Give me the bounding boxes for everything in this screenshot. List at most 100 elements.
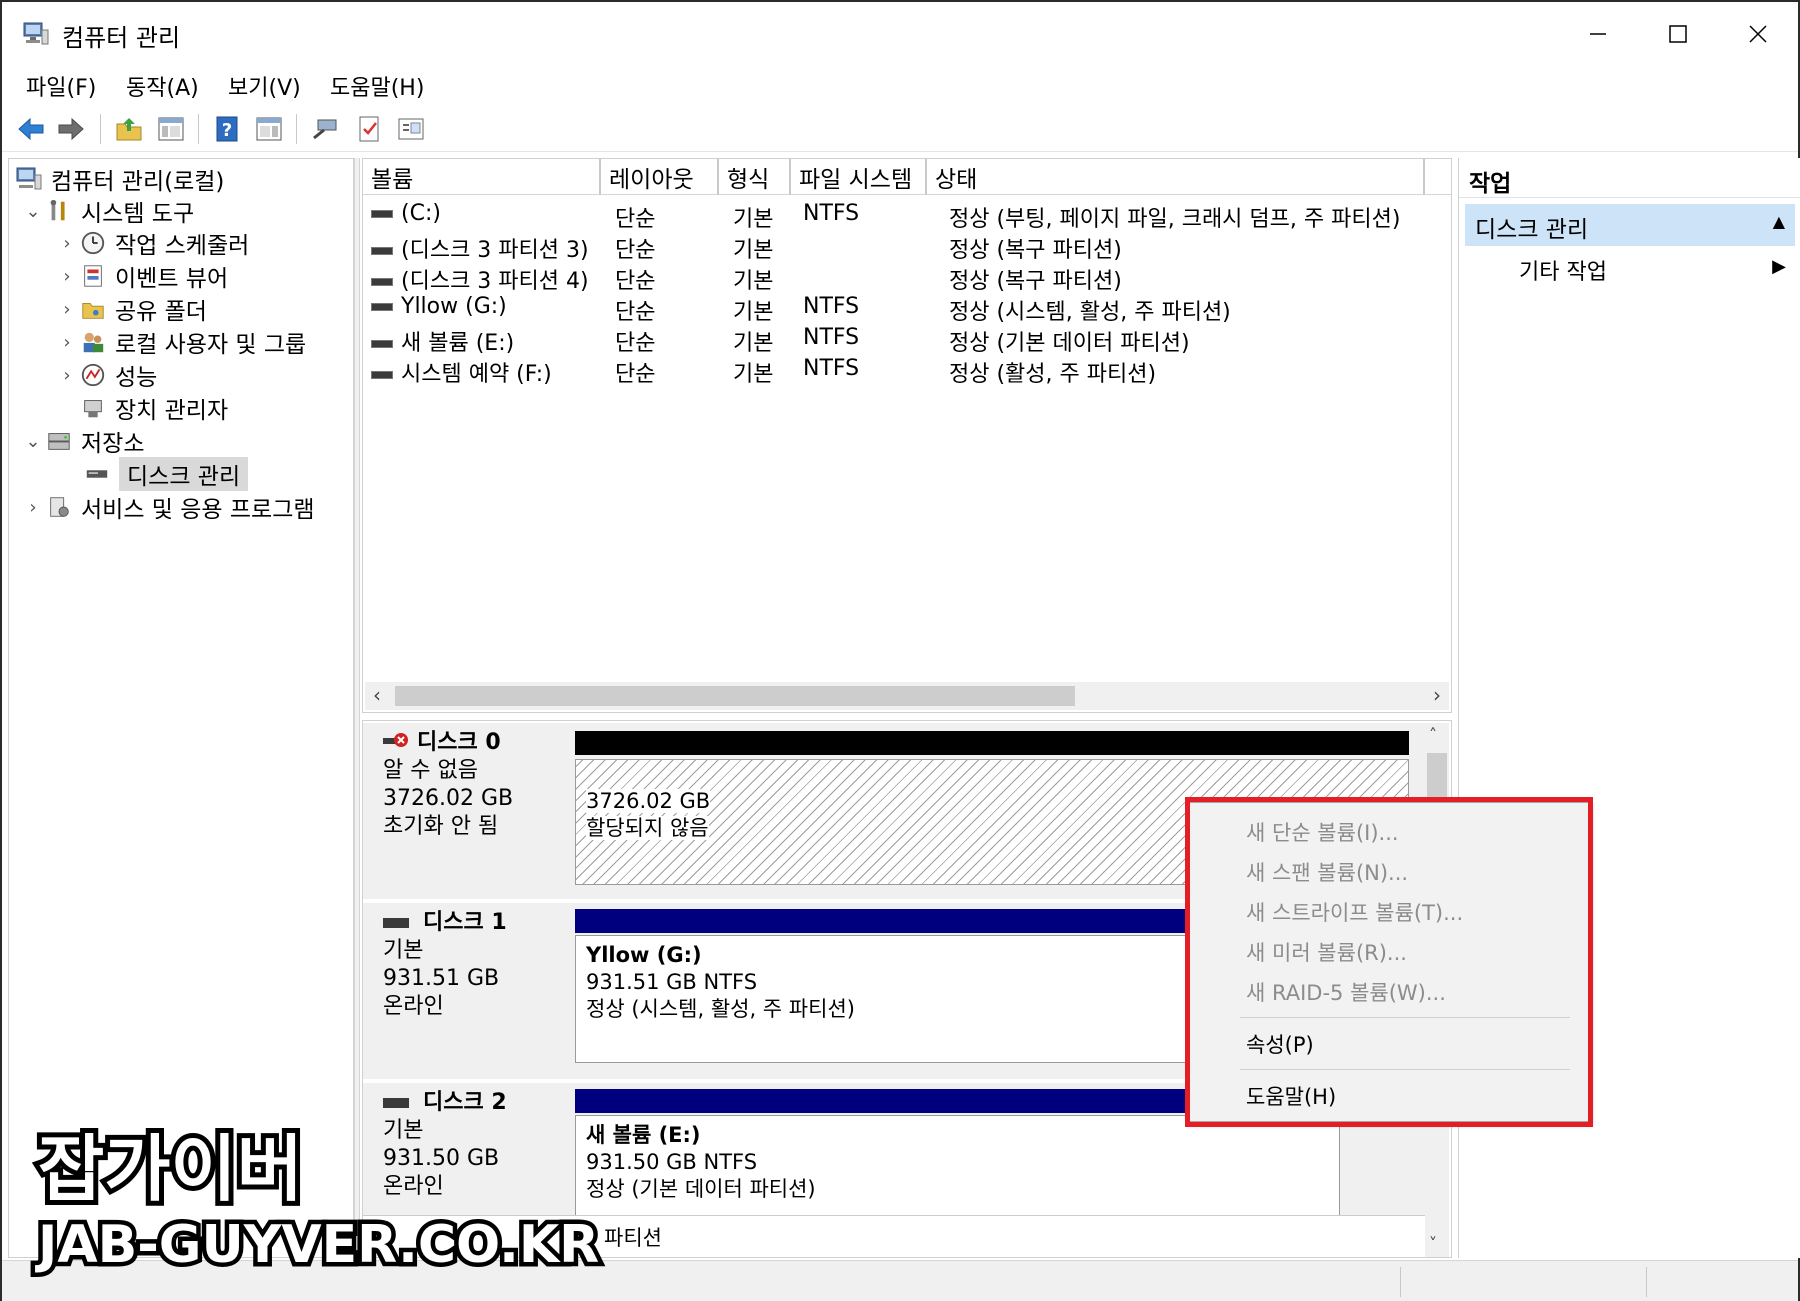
submenu-arrow-icon: ▶: [1772, 256, 1786, 277]
volume-row[interactable]: Yllow (G:) 단순 기본 NTFS 정상 (시스템, 활성, 주 파티션…: [363, 292, 1451, 325]
back-button[interactable]: [14, 112, 48, 146]
partition-size: 3726.02 GB: [586, 789, 711, 813]
menu-action[interactable]: 동작(A): [122, 68, 203, 104]
scroll-left-icon[interactable]: ‹: [373, 683, 381, 707]
disk-type: 알 수 없음: [383, 758, 478, 783]
menu-view[interactable]: 보기(V): [224, 68, 305, 104]
title-bar: 컴퓨터 관리: [2, 2, 1798, 68]
show-hide-tree-icon: [158, 117, 184, 141]
volume-name: (디스크 3 파티션 3): [401, 238, 589, 263]
tree-item-services-applications[interactable]: › 서비스 및 응용 프로그램: [21, 491, 314, 524]
volume-row[interactable]: (C:) 단순 기본 NTFS 정상 (부팅, 페이지 파일, 크래시 덤프, …: [363, 199, 1451, 232]
menu-bar: 파일(F) 동작(A) 보기(V) 도움말(H): [2, 64, 1798, 104]
tree-item-storage[interactable]: ⌄ 저장소: [21, 425, 144, 458]
partition-label: 할당되지 않음: [586, 816, 709, 840]
tree-item-computer-management-local[interactable]: 컴퓨터 관리(로컬): [15, 163, 224, 195]
watermark-title: 잡가이버: [38, 1127, 303, 1211]
maximize-button[interactable]: [1638, 8, 1718, 60]
tree-item-label: 장치 관리자: [115, 398, 229, 424]
volume-row[interactable]: 시스템 예약 (F:) 단순 기본 NTFS 정상 (활성, 주 파티션): [363, 354, 1451, 387]
close-icon: [1749, 25, 1767, 43]
checklist-button[interactable]: [352, 112, 386, 146]
chevron-right-icon[interactable]: ›: [55, 363, 79, 387]
disk-icon: [383, 918, 409, 928]
properties-icon: [398, 118, 424, 140]
volume-row[interactable]: (디스크 3 파티션 4) 단순 기본 정상 (복구 파티션): [363, 261, 1451, 294]
chevron-down-icon[interactable]: ⌄: [21, 429, 45, 453]
performance-icon: [79, 361, 107, 389]
actions-section-disk-management[interactable]: 디스크 관리 ▲: [1465, 204, 1795, 246]
disk-type: 기본: [383, 938, 424, 963]
tree-item-task-scheduler[interactable]: › 작업 스케줄러: [55, 227, 249, 259]
volume-name: (C:): [401, 201, 441, 226]
minimize-button[interactable]: [1558, 8, 1638, 60]
scroll-up-icon[interactable]: ˄: [1429, 725, 1437, 744]
tree-item-performance[interactable]: › 성능: [55, 359, 157, 391]
forward-button[interactable]: [54, 112, 88, 146]
connect-icon: [313, 119, 337, 140]
up-button[interactable]: [112, 112, 146, 146]
disk-info[interactable]: 디스크 0 알 수 없음 3726.02 GB 초기화 안 됨: [369, 729, 575, 893]
disk-size: 3726.02 GB: [383, 786, 514, 811]
column-header-layout[interactable]: 레이아웃: [601, 159, 719, 195]
tree-item-label: 디스크 관리: [119, 457, 249, 491]
tree-item-event-viewer[interactable]: › 이벤트 뷰어: [55, 260, 228, 292]
collapse-up-icon[interactable]: ▲: [1773, 212, 1785, 231]
volume-row[interactable]: (디스크 3 파티션 3) 단순 기본 정상 (복구 파티션): [363, 230, 1451, 263]
horizontal-scrollbar[interactable]: ‹ ›: [365, 682, 1449, 710]
properties-button[interactable]: [394, 112, 428, 146]
device-manager-icon: [79, 394, 107, 422]
chevron-right-icon[interactable]: ›: [21, 495, 45, 519]
chevron-down-icon[interactable]: ⌄: [21, 199, 45, 223]
column-header-volume[interactable]: 볼륨: [363, 159, 601, 195]
tree-item-disk-management[interactable]: 디스크 관리: [83, 457, 249, 491]
disk-size: 931.51 GB: [383, 966, 500, 991]
partition-status: 정상 (기본 데이터 파티션): [586, 1177, 816, 1201]
connect-button[interactable]: [308, 112, 342, 146]
forward-arrow-icon: [58, 117, 84, 141]
volume-status: 정상 (복구 파티션): [949, 269, 1122, 294]
volume-list: 볼륨 레이아웃 형식 파일 시스템 상태 (C:) 단순 기본 NTFS 정상 …: [362, 158, 1452, 713]
tree-item-label: 컴퓨터 관리(로컬): [51, 169, 225, 195]
tree-item-system-tools[interactable]: ⌄ 시스템 도구: [21, 195, 194, 227]
show-hide-tree-button[interactable]: [154, 112, 188, 146]
chevron-right-icon[interactable]: ›: [55, 264, 79, 288]
scroll-down-icon[interactable]: ˅: [1429, 1234, 1437, 1253]
volume-status: 정상 (복구 파티션): [949, 238, 1122, 263]
tree-item-device-manager[interactable]: 장치 관리자: [79, 392, 228, 424]
volume-row[interactable]: 새 볼륨 (E:) 단순 기본 NTFS 정상 (기본 데이터 파티션): [363, 323, 1451, 356]
tree-item-label: 이벤트 뷰어: [115, 266, 229, 292]
disk-info[interactable]: 디스크 1 기본 931.51 GB 온라인: [369, 909, 575, 1073]
volume-type: 기본: [733, 207, 774, 232]
chevron-right-icon[interactable]: ›: [55, 297, 79, 321]
volume-name: Yllow (G:): [401, 294, 507, 319]
storage-icon: [45, 427, 73, 455]
menu-help[interactable]: 도움말(H): [326, 68, 428, 104]
scrollbar-thumb[interactable]: [395, 686, 1075, 706]
volume-layout: 단순: [615, 300, 656, 325]
volume-icon: [371, 371, 393, 379]
tree-splitter[interactable]: [354, 158, 360, 1258]
menu-file[interactable]: 파일(F): [22, 68, 100, 104]
tree-item-local-users-groups[interactable]: › 로컬 사용자 및 그룹: [55, 326, 307, 359]
column-header-type[interactable]: 형식: [719, 159, 791, 195]
actions-title: 작업: [1459, 158, 1800, 198]
chevron-right-icon[interactable]: ›: [55, 330, 79, 354]
close-button[interactable]: [1718, 8, 1798, 60]
volume-icon: [371, 303, 393, 311]
tree-item-shared-folders[interactable]: › 공유 폴더: [55, 293, 207, 326]
column-header-file-system[interactable]: 파일 시스템: [791, 159, 927, 195]
show-hide-action-pane-button[interactable]: [252, 112, 286, 146]
disk-icon: [383, 1098, 409, 1108]
watermark-url: JAB-GUYVER.CO.KR: [38, 1215, 600, 1275]
computer-management-icon: [15, 165, 43, 193]
volume-type: 기본: [733, 238, 774, 263]
action-more-actions[interactable]: 기타 작업: [1519, 254, 1607, 286]
column-header-status[interactable]: 상태: [927, 159, 1425, 195]
volume-layout: 단순: [615, 362, 656, 387]
disk-management-icon: [83, 460, 111, 488]
scroll-right-icon[interactable]: ›: [1433, 683, 1441, 707]
tree-item-label: 로컬 사용자 및 그룹: [115, 332, 307, 358]
chevron-right-icon[interactable]: ›: [55, 231, 79, 255]
help-button[interactable]: ?: [210, 112, 244, 146]
